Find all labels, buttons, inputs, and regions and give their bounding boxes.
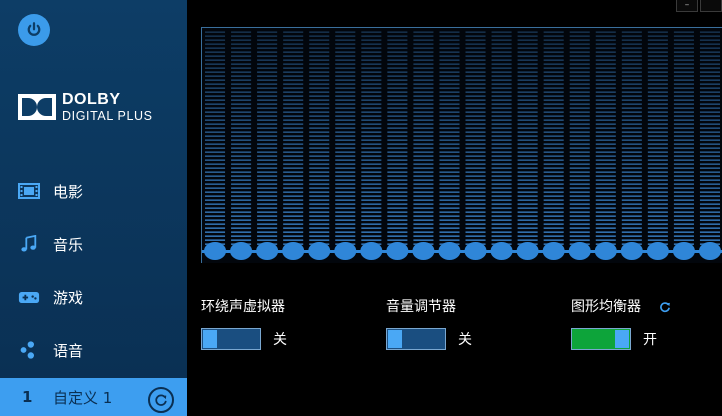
switch-knob: [203, 330, 217, 348]
volume-leveler-state: 关: [458, 332, 472, 348]
close-button[interactable]: [700, 0, 722, 12]
voice-icon: [18, 339, 40, 361]
eq-band[interactable]: [282, 31, 305, 260]
surround-virtualizer-control: 环绕声虚拟器 关: [201, 296, 287, 350]
graphic-equalizer-state: 开: [643, 332, 657, 348]
eq-band[interactable]: [698, 31, 721, 260]
power-button[interactable]: [18, 14, 50, 46]
eq-band[interactable]: [386, 31, 409, 260]
minimize-button[interactable]: –: [676, 0, 698, 12]
power-icon: [27, 22, 41, 36]
eq-band[interactable]: [308, 31, 331, 260]
eq-reset-icon[interactable]: [659, 301, 671, 313]
sidebar-item-custom[interactable]: 1 自定义 1: [0, 378, 187, 416]
dolby-double-d-icon: [18, 94, 56, 121]
eq-band[interactable]: [568, 31, 591, 260]
music-note-icon: [18, 233, 40, 255]
eq-band[interactable]: [412, 31, 435, 260]
sidebar-item-label: 语音: [53, 341, 84, 360]
eq-band[interactable]: [620, 31, 643, 260]
eq-band[interactable]: [490, 31, 513, 260]
eq-band[interactable]: [672, 31, 695, 260]
switch-knob: [615, 330, 629, 348]
eq-baseline: [202, 250, 722, 253]
sidebar-item-label: 音乐: [53, 235, 84, 254]
dolby-subtitle: DIGITAL PLUS: [62, 109, 153, 123]
gamepad-icon: [18, 286, 40, 308]
sidebar-item-game[interactable]: 游戏: [0, 275, 187, 319]
surround-virtualizer-switch[interactable]: [201, 328, 261, 350]
dolby-title: DOLBY: [62, 91, 121, 108]
eq-band[interactable]: [256, 31, 279, 260]
surround-virtualizer-state: 关: [273, 332, 287, 348]
volume-leveler-switch[interactable]: [386, 328, 446, 350]
eq-band[interactable]: [438, 31, 461, 260]
sidebar-item-label: 游戏: [53, 288, 84, 307]
surround-virtualizer-label: 环绕声虚拟器: [201, 299, 285, 315]
graphic-equalizer-label: 图形均衡器: [571, 299, 641, 315]
switch-knob: [388, 330, 402, 348]
eq-band[interactable]: [646, 31, 669, 260]
sidebar-item-voice[interactable]: 语音: [0, 328, 187, 372]
sidebar-item-movie[interactable]: 电影: [0, 169, 187, 213]
eq-band[interactable]: [204, 31, 227, 260]
eq-band[interactable]: [334, 31, 357, 260]
eq-band[interactable]: [230, 31, 253, 260]
dolby-wordmark: DOLBY DIGITAL PLUS: [62, 92, 153, 123]
graphic-equalizer[interactable]: [201, 27, 722, 263]
film-icon: [18, 180, 40, 202]
eq-band[interactable]: [516, 31, 539, 260]
eq-band[interactable]: [464, 31, 487, 260]
sidebar-item-label: 电影: [53, 182, 84, 201]
eq-band[interactable]: [594, 31, 617, 260]
volume-leveler-control: 音量调节器 关: [386, 296, 472, 350]
custom-label: 自定义 1: [53, 388, 113, 407]
dolby-logo: DOLBY DIGITAL PLUS: [18, 92, 153, 123]
graphic-equalizer-control: 图形均衡器 开: [571, 296, 671, 350]
graphic-equalizer-switch[interactable]: [571, 328, 631, 350]
reset-icon[interactable]: [148, 387, 174, 413]
equalizer-bars[interactable]: [202, 28, 722, 263]
eq-band[interactable]: [360, 31, 383, 260]
sidebar-item-music[interactable]: 音乐: [0, 222, 187, 266]
custom-number: 1: [22, 388, 33, 406]
window-controls: –: [676, 0, 722, 12]
eq-band[interactable]: [542, 31, 565, 260]
sidebar: DOLBY DIGITAL PLUS 电影 音乐 游戏 语音 1 自定义 1: [0, 0, 187, 416]
volume-leveler-label: 音量调节器: [386, 299, 456, 315]
